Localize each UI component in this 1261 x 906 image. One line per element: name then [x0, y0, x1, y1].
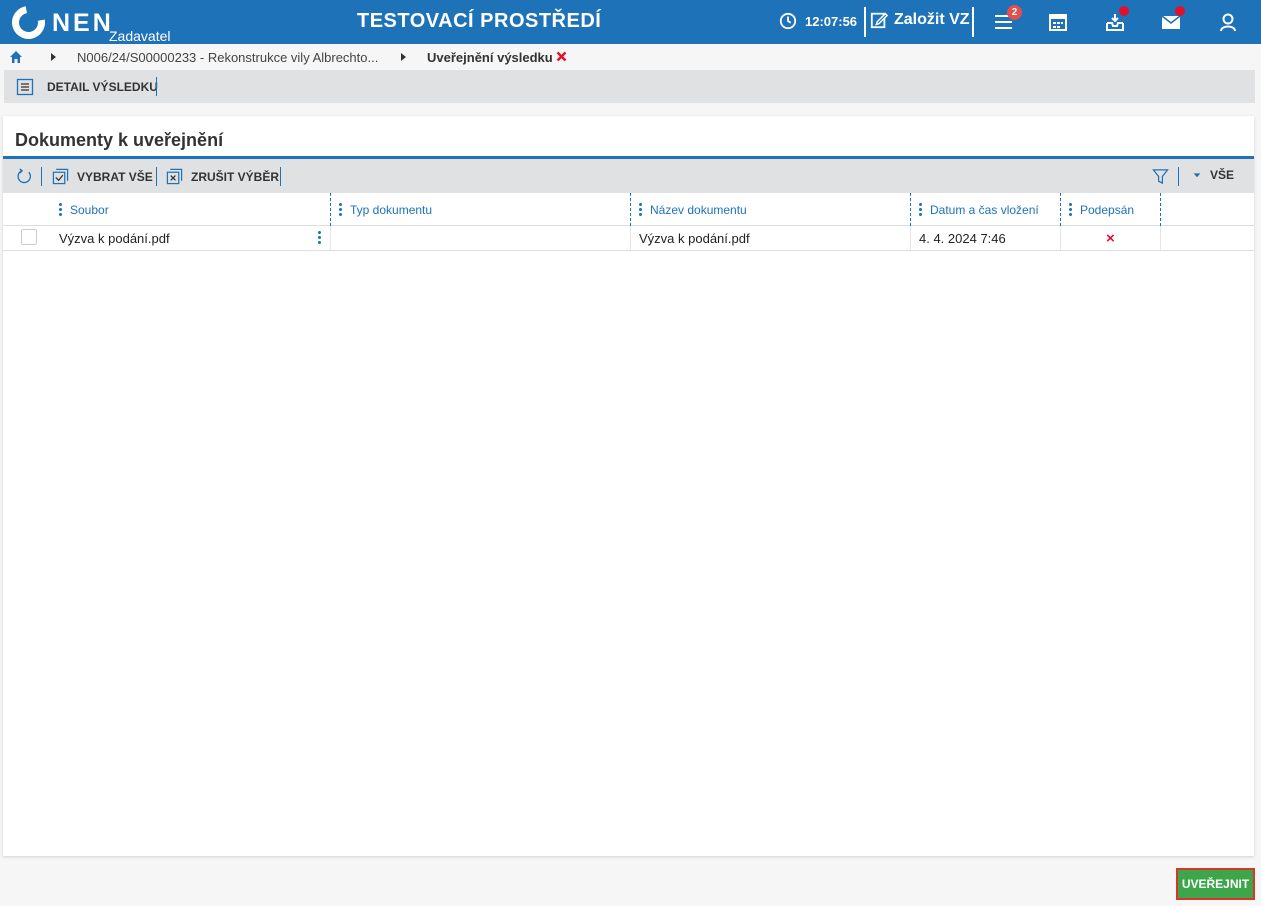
breadcrumb-arrow-icon: [51, 53, 56, 61]
detail-result-label: DETAIL VÝSLEDKU: [47, 80, 158, 94]
column-resize-handle[interactable]: [1160, 193, 1161, 226]
column-menu-icon[interactable]: [1069, 203, 1072, 216]
column-menu-icon[interactable]: [639, 203, 642, 216]
cell-document-name: Výzva k podání.pdf: [639, 230, 750, 246]
messages-button[interactable]: [1160, 6, 1185, 33]
cell-inserted: 4. 4. 2024 7:46: [919, 230, 1006, 246]
column-menu-icon[interactable]: [919, 203, 922, 216]
column-header-label: Typ dokumentu: [350, 202, 433, 217]
deselect-icon: [166, 168, 183, 185]
breadcrumb-current: Uveřejnění výsledku: [427, 50, 553, 65]
cancel-selection-label: ZRUŠIT VÝBĚR: [191, 169, 280, 184]
refresh-icon: [17, 168, 32, 184]
environment-title: TESTOVACÍ PROSTŘEDÍ: [357, 10, 602, 32]
refresh-button[interactable]: [16, 168, 33, 185]
notification-badge: 2: [1007, 5, 1022, 20]
cancel-selection-button[interactable]: ZRUŠIT VÝBĚR: [166, 168, 279, 185]
filter-icon: [1152, 169, 1169, 185]
documents-panel: Dokumenty k uveřejnění VYBRAT VŠE ZRUŠIT…: [3, 116, 1254, 856]
clock-time: 12:07:56: [805, 13, 858, 29]
select-all-icon: [52, 168, 69, 185]
column-menu-icon[interactable]: [339, 203, 342, 216]
cell-file[interactable]: Výzva k podání.pdf: [59, 226, 170, 250]
row-actions-icon[interactable]: [318, 231, 321, 244]
toolbar-divider: [156, 77, 157, 96]
session-clock: 12:07:56: [779, 12, 857, 30]
logo-text: NEN: [52, 9, 114, 37]
column-header-document-name[interactable]: Název dokumentu: [639, 193, 747, 226]
filter-button[interactable]: [1152, 168, 1169, 185]
dropdown-arrow-icon: [1193, 173, 1201, 178]
column-header-label: Soubor: [70, 202, 109, 217]
cell-divider: [630, 226, 631, 250]
top-bar: NEN Zadavatel TESTOVACÍ PROSTŘEDÍ 12:07:…: [0, 0, 1261, 46]
grid-toolbar: VYBRAT VŠE ZRUŠIT VÝBĚR VŠE: [3, 159, 1254, 193]
column-header-inserted[interactable]: Datum a čas vložení: [919, 193, 1039, 226]
header-divider: [972, 7, 974, 37]
column-resize-handle[interactable]: [630, 193, 631, 226]
column-header-label: Datum a čas vložení: [930, 202, 1039, 217]
user-icon: [1220, 13, 1236, 32]
home-icon[interactable]: [9, 50, 23, 64]
edit-icon: [870, 12, 888, 29]
logo-circle-icon: [5, 0, 52, 46]
menu-button[interactable]: 2: [993, 5, 1022, 33]
user-profile-button[interactable]: [1217, 11, 1239, 33]
grid-header: Soubor Typ dokumentu Název dokumentu Dat…: [3, 193, 1254, 226]
toolbar-divider: [41, 167, 42, 186]
breadcrumb-tender-link[interactable]: N006/24/S00000233 - Rekonstrukce vily Al…: [77, 50, 378, 65]
toolbar-divider: [280, 167, 281, 186]
inbox-alert-dot: [1119, 6, 1129, 16]
column-menu-icon[interactable]: [59, 203, 62, 216]
breadcrumb-arrow-icon: [401, 53, 406, 61]
column-resize-handle[interactable]: [910, 193, 911, 226]
close-tab-icon[interactable]: [556, 51, 567, 62]
column-resize-handle[interactable]: [1060, 193, 1061, 226]
column-header-file[interactable]: Soubor: [59, 193, 109, 226]
column-header-document-type[interactable]: Typ dokumentu: [339, 193, 432, 226]
select-all-label: VYBRAT VŠE: [77, 169, 153, 184]
select-all-button[interactable]: VYBRAT VŠE: [52, 168, 153, 185]
cell-divider: [330, 226, 331, 250]
cell-divider: [1060, 226, 1061, 250]
detail-toolbar: DETAIL VÝSLEDKU: [4, 70, 1255, 103]
calendar-icon: [1049, 14, 1067, 31]
create-vz-button[interactable]: Založit VZ: [870, 11, 970, 29]
calendar-button[interactable]: [1047, 11, 1069, 33]
not-signed-icon: ×: [1106, 229, 1115, 247]
cell-divider: [1160, 226, 1161, 250]
cell-divider: [910, 226, 911, 250]
column-header-label: Název dokumentu: [650, 202, 747, 217]
column-resize-handle[interactable]: [330, 193, 331, 226]
header-divider: [864, 7, 866, 37]
row-checkbox[interactable]: [21, 229, 37, 245]
toolbar-divider: [1178, 167, 1179, 186]
column-header-signed[interactable]: Podepsán: [1069, 193, 1134, 226]
breadcrumb: N006/24/S00000233 - Rekonstrukce vily Al…: [0, 44, 1261, 70]
list-detail-icon: [16, 78, 34, 96]
panel-title: Dokumenty k uveřejnění: [15, 130, 224, 150]
publish-button[interactable]: UVEŘEJNIT: [1176, 868, 1255, 900]
toolbar-divider: [156, 167, 157, 186]
logo-subtitle: Zadavatel: [109, 28, 171, 44]
table-row[interactable]: Výzva k podání.pdf Výzva k podání.pdf 4.…: [3, 226, 1254, 251]
mail-alert-dot: [1175, 6, 1185, 16]
inbox-button[interactable]: [1104, 6, 1129, 33]
clock-icon: [779, 12, 797, 30]
create-vz-label: Založit VZ: [894, 11, 970, 28]
column-header-label: Podepsán: [1080, 202, 1135, 217]
filter-select[interactable]: VŠE: [1192, 168, 1234, 182]
filter-select-value: VŠE: [1210, 168, 1235, 182]
detail-result-button[interactable]: DETAIL VÝSLEDKU: [16, 78, 158, 96]
